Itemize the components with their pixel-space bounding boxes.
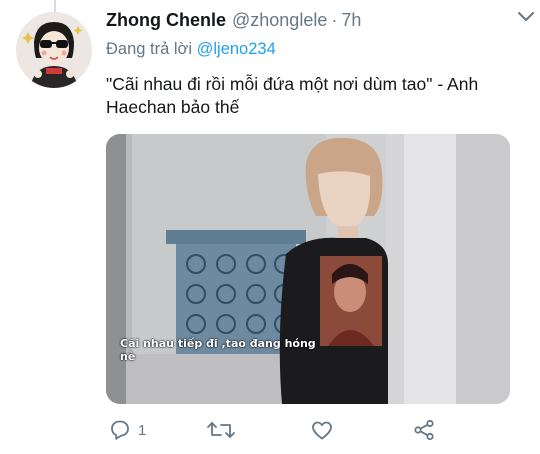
reply-icon <box>108 418 132 442</box>
avatar-image <box>16 12 92 88</box>
share-button[interactable] <box>412 415 436 445</box>
reply-count: 1 <box>138 421 147 439</box>
reply-button[interactable]: 1 <box>108 415 146 445</box>
timestamp[interactable]: 7h <box>341 10 361 31</box>
reply-context: Đang trả lời @ljeno234 <box>106 40 516 62</box>
media-photo <box>106 134 510 404</box>
like-icon <box>310 418 334 442</box>
media-caption: Cãi nhau tiếp đi ,tao đang hóng nè <box>120 337 316 363</box>
tweet-text: "Cãi nhau đi rồi mỗi đứa một nơi dùm tao… <box>106 74 479 117</box>
separator-dot: · <box>331 10 338 30</box>
more-icon[interactable] <box>514 6 538 26</box>
tweet-content: Zhong Chenle @zhonglele · 7h Đang trả lờ… <box>106 10 516 119</box>
tweet-actions: 1 <box>106 415 526 445</box>
like-button[interactable] <box>310 415 340 445</box>
display-name[interactable]: Zhong Chenle <box>106 10 226 31</box>
user-handle[interactable]: @zhonglele <box>232 10 327 31</box>
share-icon <box>412 418 436 442</box>
reply-prefix: Đang trả lời <box>106 40 193 58</box>
retweet-icon <box>206 418 236 442</box>
tweet-media-image[interactable]: Cãi nhau tiếp đi ,tao đang hóng nè <box>106 134 510 404</box>
tweet-header: Zhong Chenle @zhonglele · 7h <box>106 10 516 36</box>
avatar[interactable] <box>16 12 92 88</box>
thread-connector-line <box>54 0 56 12</box>
reply-mention-link[interactable]: @ljeno234 <box>197 40 276 58</box>
retweet-button[interactable] <box>206 415 242 445</box>
